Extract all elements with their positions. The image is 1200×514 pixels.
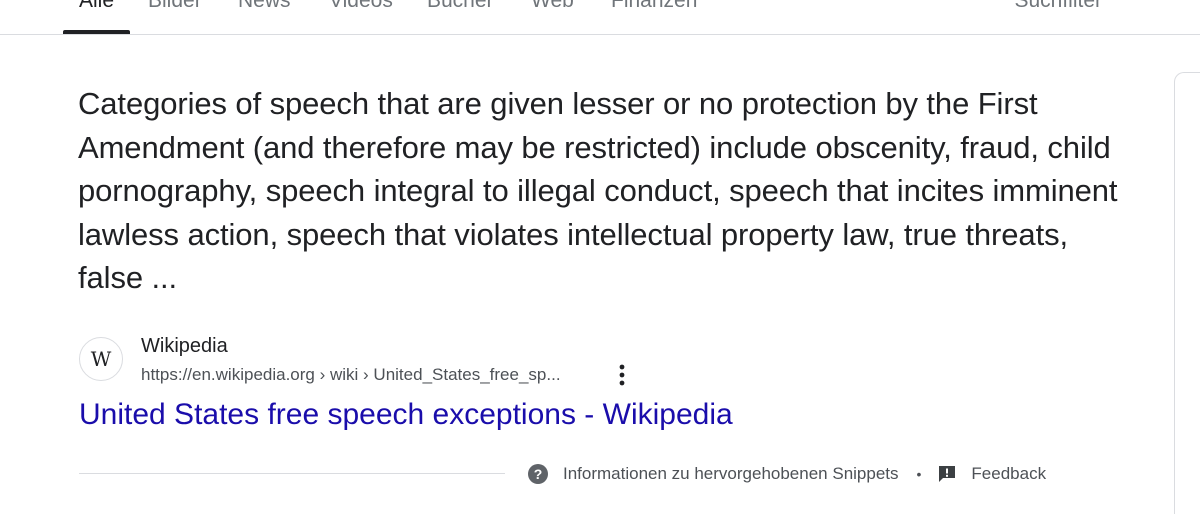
tab-videos[interactable]: Videos — [329, 0, 393, 14]
snippet-footer: ? Informationen zu hervorgehobenen Snipp… — [527, 461, 1046, 487]
site-name[interactable]: Wikipedia — [141, 334, 228, 358]
svg-text:?: ? — [534, 466, 543, 482]
featured-snippet-text: Categories of speech that are given less… — [78, 86, 1118, 295]
site-url[interactable]: https://en.wikipedia.org › wiki › United… — [141, 364, 561, 386]
search-tab-bar: Alle Bilder News Videos Bücher Web Finan… — [0, 0, 1200, 35]
snippet-info-link[interactable]: Informationen zu hervorgehobenen Snippet… — [563, 464, 899, 484]
more-vert-icon — [619, 364, 625, 386]
tab-alle[interactable]: Alle — [79, 0, 114, 14]
active-tab-indicator — [63, 30, 130, 34]
more-options-button[interactable] — [610, 362, 634, 388]
feedback-icon[interactable] — [937, 464, 957, 484]
tab-bilder[interactable]: Bilder — [148, 0, 202, 14]
tab-finanzen[interactable]: Finanzen — [611, 0, 697, 14]
search-tools-button[interactable]: Suchfilter — [1014, 0, 1102, 14]
favicon-letter: W — [90, 347, 112, 371]
scrollbar-track[interactable] — [1174, 72, 1200, 514]
separator-dot: • — [916, 466, 922, 482]
tab-web[interactable]: Web — [531, 0, 574, 14]
search-results-page: Alle Bilder News Videos Bücher Web Finan… — [0, 0, 1200, 514]
result-title-link[interactable]: United States free speech exceptions - W… — [79, 396, 733, 434]
feedback-link[interactable]: Feedback — [971, 464, 1046, 484]
divider — [79, 473, 505, 474]
tab-buecher[interactable]: Bücher — [427, 0, 494, 14]
tab-news[interactable]: News — [238, 0, 291, 14]
help-circle-icon[interactable]: ? — [527, 463, 549, 485]
wikipedia-favicon[interactable]: W — [79, 337, 123, 381]
